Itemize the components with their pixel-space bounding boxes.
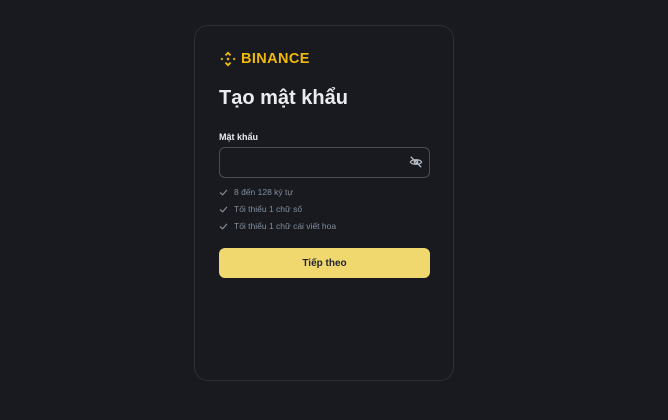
- password-label: Mật khẩu: [219, 132, 259, 142]
- brand-name: BINANCE: [241, 51, 310, 67]
- create-password-card: BINANCE Tạo mật khẩu Mật khẩu 8 đến 128 …: [194, 25, 454, 381]
- requirement-text: Tối thiểu 1 chữ cái viết hoa: [234, 221, 337, 231]
- check-icon: [219, 189, 228, 196]
- requirement-text: 8 đến 128 ký tự: [234, 187, 294, 197]
- toggle-password-visibility-button[interactable]: [409, 155, 423, 169]
- password-input[interactable]: [220, 148, 400, 177]
- binance-logo[interactable]: BINANCE: [219, 50, 310, 68]
- page: BINANCE Tạo mật khẩu Mật khẩu 8 đến 128 …: [0, 0, 668, 420]
- page-title: Tạo mật khẩu: [219, 87, 348, 109]
- requirement-item: 8 đến 128 ký tự: [219, 184, 336, 201]
- requirement-item: Tối thiểu 1 chữ số: [219, 201, 336, 218]
- binance-diamond-logo-icon: [219, 50, 237, 68]
- check-icon: [219, 223, 228, 230]
- eye-off-icon: [409, 156, 423, 168]
- requirement-item: Tối thiểu 1 chữ cái viết hoa: [219, 218, 336, 235]
- password-field: [219, 147, 430, 178]
- requirement-text: Tối thiểu 1 chữ số: [234, 204, 303, 214]
- next-button[interactable]: Tiếp theo: [219, 248, 430, 278]
- check-icon: [219, 206, 228, 213]
- password-requirements-list: 8 đến 128 ký tự Tối thiểu 1 chữ số Tối t…: [219, 184, 336, 235]
